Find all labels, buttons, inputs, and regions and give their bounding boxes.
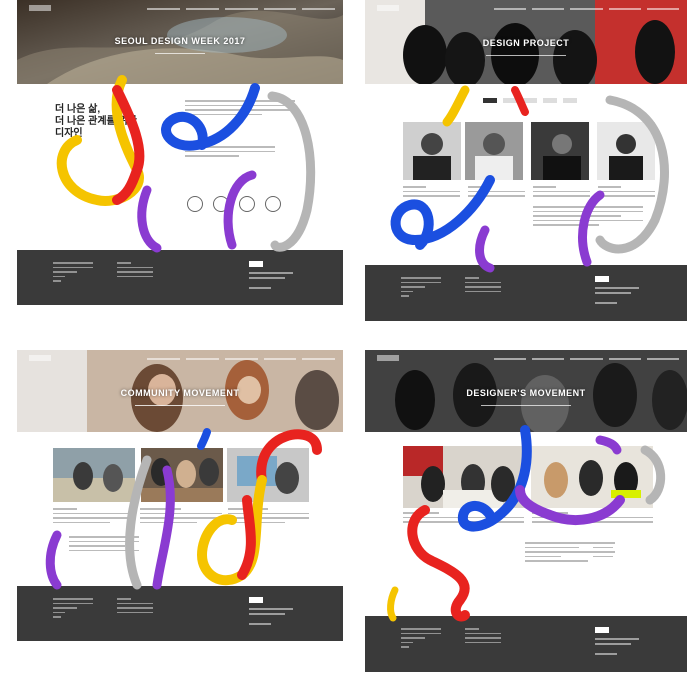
designers-descriptions — [403, 512, 653, 526]
footer-logo — [249, 597, 263, 603]
footer-links-2[interactable] — [465, 628, 501, 646]
footer-links-2[interactable] — [465, 277, 501, 295]
designer-photo[interactable] — [403, 122, 461, 180]
hero-subtitle-line — [365, 402, 687, 407]
thumbnail-seoul-design-week[interactable]: SEOUL DESIGN WEEK 2017 더 나은 삶, 더 나은 관계를 … — [17, 0, 343, 305]
designer-photo[interactable] — [531, 122, 589, 180]
top-nav[interactable] — [493, 356, 679, 362]
footer-text — [249, 287, 271, 289]
community-body-text — [69, 536, 139, 554]
screenshot-grid: SEOUL DESIGN WEEK 2017 더 나은 삶, 더 나은 관계를 … — [0, 0, 687, 678]
feature-icons — [187, 196, 281, 212]
thumbnail-design-project[interactable]: DESIGN PROJECT — [365, 0, 687, 321]
tab[interactable] — [563, 98, 577, 103]
footer-text — [595, 643, 631, 645]
intro-paragraph-2 — [185, 146, 275, 160]
content-area: 더 나은 삶, 더 나은 관계를 위한 디자인 — [17, 84, 343, 250]
footer-links-2[interactable] — [117, 262, 153, 280]
footer-logo — [595, 627, 609, 633]
hero-banner: SEOUL DESIGN WEEK 2017 — [17, 0, 343, 84]
intro-heading-line-1: 더 나은 삶, — [55, 104, 101, 115]
footer-text — [595, 302, 617, 304]
footer-logo — [249, 261, 263, 267]
top-nav[interactable] — [147, 356, 335, 362]
footer-text — [249, 608, 293, 610]
footer-text — [595, 653, 617, 655]
footer-links-1[interactable] — [401, 277, 441, 300]
top-nav[interactable] — [493, 6, 679, 12]
thumbnail-community-movement[interactable]: COMMUNITY MOVEMENT — [17, 350, 343, 641]
tab[interactable] — [523, 98, 537, 103]
feature-icon — [265, 196, 281, 212]
designers-list — [593, 542, 613, 560]
site-logo[interactable] — [377, 5, 399, 11]
footer-links-1[interactable] — [53, 262, 93, 285]
tab[interactable] — [503, 98, 517, 103]
community-photo[interactable] — [53, 448, 135, 502]
feature-icon — [239, 196, 255, 212]
hero-subtitle-line — [365, 52, 687, 57]
project-descriptions — [403, 186, 655, 200]
hero-subtitle-line — [17, 402, 343, 407]
footer-links-1[interactable] — [53, 598, 93, 621]
intro-heading-line-3: 디자인 — [55, 128, 83, 139]
hero-banner: DESIGN PROJECT — [365, 0, 687, 84]
designer-photo[interactable] — [597, 122, 655, 180]
tab[interactable] — [543, 98, 557, 103]
intro-heading-line-2: 더 나은 관계를 위한 — [55, 116, 137, 127]
hero-title: COMMUNITY MOVEMENT — [120, 388, 240, 398]
footer-text — [249, 623, 271, 625]
designers-photo[interactable] — [403, 446, 525, 508]
footer-text — [249, 277, 285, 279]
intro-heading: 더 나은 삶, 더 나은 관계를 위한 디자인 — [55, 104, 137, 140]
hero-banner: COMMUNITY MOVEMENT — [17, 350, 343, 432]
footer-text — [595, 292, 631, 294]
footer-links-1[interactable] — [401, 628, 441, 651]
thumbnail-designers-movement[interactable]: DESIGNER'S MOVEMENT — [365, 350, 687, 672]
site-logo[interactable] — [29, 5, 51, 11]
hero-subtitle-line — [17, 50, 343, 55]
community-descriptions — [53, 508, 309, 526]
site-footer — [365, 616, 687, 672]
footer-text — [249, 272, 293, 274]
footer-text — [249, 613, 285, 615]
site-footer — [17, 586, 343, 641]
site-footer — [17, 250, 343, 305]
site-logo[interactable] — [29, 355, 51, 361]
category-tabs[interactable] — [483, 98, 577, 103]
hero-title: DESIGN PROJECT — [482, 38, 570, 48]
hero-title: DESIGNER'S MOVEMENT — [466, 388, 586, 398]
footer-text — [595, 287, 639, 289]
footer-text — [595, 638, 639, 640]
feature-icon — [187, 196, 203, 212]
footer-links-2[interactable] — [117, 598, 153, 616]
site-footer — [365, 265, 687, 321]
community-photo[interactable] — [141, 448, 223, 502]
hero-banner: DESIGNER'S MOVEMENT — [365, 350, 687, 432]
tab[interactable] — [483, 98, 497, 103]
intro-paragraph — [185, 100, 295, 118]
footer-logo — [595, 276, 609, 282]
site-logo[interactable] — [377, 355, 399, 361]
community-photo[interactable] — [227, 448, 309, 502]
designers-photo[interactable] — [531, 446, 653, 508]
project-body-text — [533, 206, 643, 229]
hero-title: SEOUL DESIGN WEEK 2017 — [114, 36, 246, 46]
top-nav[interactable] — [147, 6, 335, 12]
designer-photo[interactable] — [465, 122, 523, 180]
feature-icon — [213, 196, 229, 212]
